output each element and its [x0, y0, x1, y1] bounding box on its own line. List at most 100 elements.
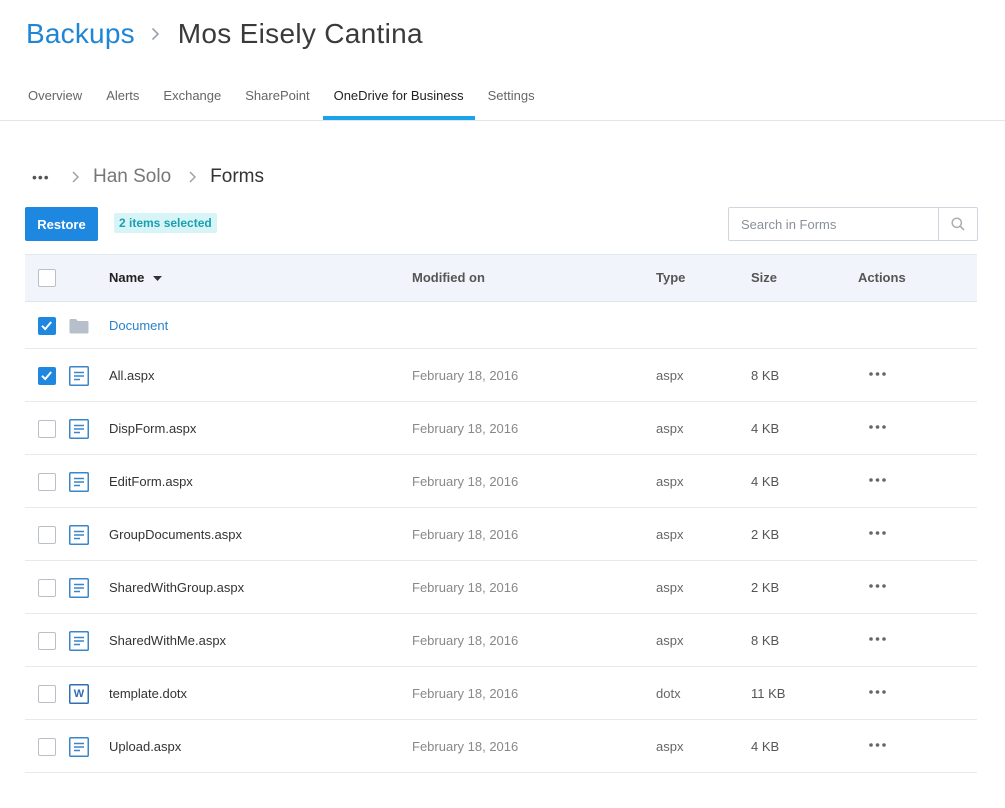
row-checkbox[interactable] [38, 367, 56, 385]
chevron-right-icon [189, 171, 197, 183]
file-name[interactable]: DispForm.aspx [109, 402, 196, 455]
file-name[interactable]: Document [109, 302, 168, 349]
document-icon [69, 631, 89, 656]
document-icon [69, 578, 89, 603]
page-header: Backups Mos Eisely Cantina [26, 14, 423, 54]
breadcrumb-backups-link[interactable]: Backups [26, 18, 135, 50]
row-checkbox[interactable] [38, 632, 56, 650]
selection-count-badge: 2 items selected [114, 213, 217, 233]
more-horizontal-icon [868, 372, 886, 376]
breadcrumb-more-button[interactable]: ••• [32, 169, 54, 185]
more-horizontal-icon [868, 478, 886, 482]
tab-overview[interactable]: Overview [16, 76, 94, 120]
row-checkbox[interactable] [38, 473, 56, 491]
file-type: aspx [656, 421, 684, 436]
search-input[interactable] [729, 208, 938, 240]
chevron-right-icon [151, 27, 160, 41]
document-icon [69, 419, 89, 444]
tabs-divider [0, 120, 1005, 121]
file-size: 4 KB [751, 474, 780, 489]
file-type: aspx [656, 474, 684, 489]
more-horizontal-icon [868, 584, 886, 588]
file-name[interactable]: template.dotx [109, 667, 187, 720]
file-size: 2 KB [751, 580, 780, 595]
file-size: 4 KB [751, 739, 780, 754]
file-size: 2 KB [751, 527, 780, 542]
document-icon [69, 525, 89, 550]
document-icon [69, 366, 89, 391]
tab-onedrive-for-business[interactable]: OneDrive for Business [322, 76, 476, 120]
file-name[interactable]: SharedWithMe.aspx [109, 614, 226, 667]
file-type: aspx [656, 580, 684, 595]
file-name[interactable]: All.aspx [109, 349, 155, 402]
file-size: 8 KB [751, 633, 780, 648]
file-table: Name Modified on Type Size Actions Docum… [25, 254, 977, 773]
word-icon: W [69, 684, 89, 709]
table-row[interactable]: GroupDocuments.aspx February 18, 2016 aspx… [25, 508, 977, 561]
chevron-right-icon [72, 171, 79, 183]
table-row[interactable]: DispForm.aspx February 18, 2016 aspx 4 KB [25, 402, 977, 455]
search-box [728, 207, 978, 241]
modified-date: February 18, 2016 [412, 686, 519, 701]
file-name[interactable]: SharedWithGroup.aspx [109, 561, 244, 614]
page-title: Mos Eisely Cantina [177, 18, 423, 49]
table-row[interactable]: Document [25, 302, 977, 349]
row-checkbox[interactable] [38, 738, 56, 756]
tab-alerts[interactable]: Alerts [94, 76, 151, 120]
file-name[interactable]: GroupDocuments.aspx [109, 508, 242, 561]
column-header-size[interactable]: Size [751, 255, 777, 301]
row-checkbox[interactable] [38, 317, 56, 335]
more-actions-button[interactable] [867, 682, 887, 702]
column-header-modified[interactable]: Modified on [412, 255, 485, 301]
modified-date: February 18, 2016 [412, 368, 519, 383]
more-actions-button[interactable] [867, 735, 887, 755]
modified-date: February 18, 2016 [412, 474, 519, 489]
row-checkbox[interactable] [38, 579, 56, 597]
file-type: dotx [656, 686, 681, 701]
column-header-name-label: Name [109, 270, 145, 285]
more-actions-button[interactable] [867, 576, 887, 596]
sort-desc-icon [153, 276, 163, 281]
tab-settings[interactable]: Settings [476, 76, 547, 120]
file-type: aspx [656, 368, 684, 383]
tab-sharepoint[interactable]: SharePoint [233, 76, 321, 120]
more-actions-button[interactable] [867, 629, 887, 649]
file-size: 4 KB [751, 421, 780, 436]
breadcrumb-current-folder: Forms [210, 166, 264, 187]
more-horizontal-icon [868, 637, 886, 641]
table-row[interactable]: Wtemplate.dotx February 18, 2016 dotx 11 KB [25, 667, 977, 720]
column-header-type[interactable]: Type [656, 255, 685, 301]
row-checkbox[interactable] [38, 420, 56, 438]
folder-breadcrumb: ••• Han Solo Forms [32, 162, 264, 192]
file-name[interactable]: EditForm.aspx [109, 455, 193, 508]
breadcrumb-han-solo-link[interactable]: Han Solo [93, 166, 171, 188]
column-header-actions: Actions [858, 270, 906, 285]
more-actions-button[interactable] [867, 364, 887, 384]
select-all-checkbox[interactable] [38, 269, 56, 287]
search-button[interactable] [938, 208, 977, 240]
modified-date: February 18, 2016 [412, 421, 519, 436]
table-body: Document All.aspx February 18, 2016 aspx 8 K… [25, 302, 977, 773]
row-checkbox[interactable] [38, 685, 56, 703]
table-row[interactable]: SharedWithMe.aspx February 18, 2016 aspx 8 … [25, 614, 977, 667]
restore-button[interactable]: Restore [25, 207, 98, 241]
table-row[interactable]: EditForm.aspx February 18, 2016 aspx 4 KB [25, 455, 977, 508]
more-actions-button[interactable] [867, 470, 887, 490]
file-type: aspx [656, 633, 684, 648]
row-checkbox[interactable] [38, 526, 56, 544]
file-size: 8 KB [751, 368, 780, 383]
file-type: aspx [656, 527, 684, 542]
table-row[interactable]: All.aspx February 18, 2016 aspx 8 KB [25, 349, 977, 402]
column-header-name[interactable]: Name [109, 255, 163, 301]
modified-date: February 18, 2016 [412, 527, 519, 542]
table-row[interactable]: SharedWithGroup.aspx February 18, 2016 asp… [25, 561, 977, 614]
modified-date: February 18, 2016 [412, 633, 519, 648]
search-icon [951, 217, 965, 231]
tab-bar: Overview Alerts Exchange SharePoint OneD… [16, 76, 547, 120]
more-actions-button[interactable] [867, 523, 887, 543]
tab-exchange[interactable]: Exchange [151, 76, 233, 120]
file-name[interactable]: Upload.aspx [109, 720, 181, 773]
more-actions-button[interactable] [867, 417, 887, 437]
more-horizontal-icon [868, 425, 886, 429]
table-row[interactable]: Upload.aspx February 18, 2016 aspx 4 KB [25, 720, 977, 773]
